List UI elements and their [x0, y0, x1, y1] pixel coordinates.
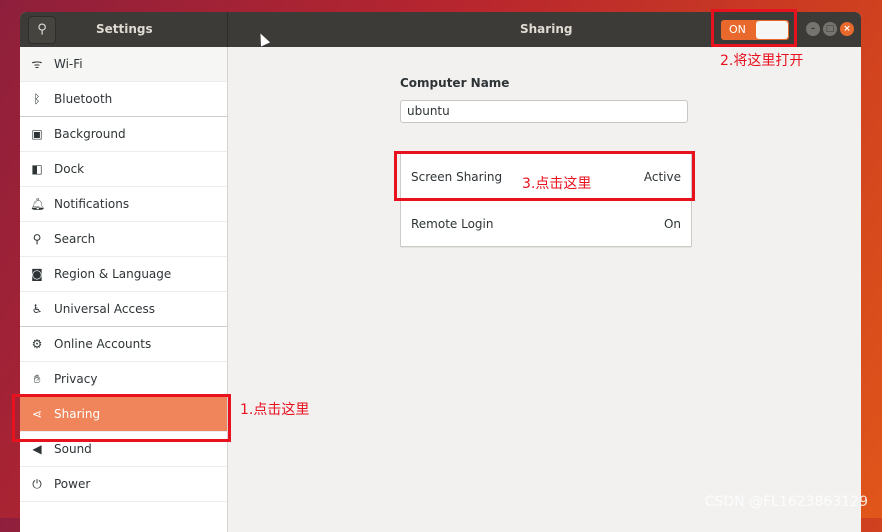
sidebar-item-label: Online Accounts	[54, 337, 152, 351]
settings-window: ⚲ Settings Sharing ON – □ × ᯤ Wi-Fi ᛒ Bluet…	[20, 12, 861, 532]
sidebar-item-label: Universal Access	[54, 302, 155, 316]
close-button[interactable]: ×	[840, 22, 854, 36]
sidebar-item-label: Notifications	[54, 197, 130, 211]
maximize-button[interactable]: □	[823, 22, 837, 36]
annotation-box-2	[711, 9, 797, 47]
sidebar-item-power[interactable]: ⏻ Power	[20, 467, 227, 502]
sidebar-item-label: Power	[54, 477, 91, 491]
minimize-button[interactable]: –	[806, 22, 820, 36]
sidebar-item-label: Wi-Fi	[54, 57, 83, 71]
bell-icon: 🔔︎	[30, 197, 46, 211]
annotation-1: 1.点击这里	[240, 402, 310, 418]
app-title: Settings	[96, 22, 153, 36]
sidebar-item-label: Privacy	[54, 372, 98, 386]
sidebar-item-search[interactable]: ⚲ Search	[20, 222, 227, 257]
annotation-box-1	[12, 394, 231, 442]
service-remote-login[interactable]: Remote Login On	[401, 201, 691, 248]
computer-name-label: Computer Name	[400, 76, 510, 90]
bluetooth-icon: ᛒ	[33, 92, 41, 106]
sidebar-item-universal-access[interactable]: ♿︎ Universal Access	[20, 292, 227, 327]
sidebar-item-notifications[interactable]: 🔔︎ Notifications	[20, 187, 227, 222]
sidebar-item-privacy[interactable]: ✋︎ Privacy	[20, 362, 227, 397]
sidebar-item-background[interactable]: ▣ Background	[20, 117, 227, 152]
service-name: Remote Login	[411, 217, 494, 231]
sidebar-item-label: Sound	[54, 442, 92, 456]
watermark: CSDN @FL1623863129	[704, 494, 868, 510]
sidebar-item-dock[interactable]: ◧ Dock	[20, 152, 227, 187]
sidebar-item-online-accounts[interactable]: ⚙ Online Accounts	[20, 327, 227, 362]
accessibility-icon: ♿︎	[31, 302, 43, 316]
dock-icon: ◧	[31, 162, 43, 176]
search-button[interactable]: ⚲	[28, 16, 56, 44]
sidebar-item-label: Bluetooth	[54, 92, 113, 106]
sidebar-item-region-language[interactable]: ◙ Region & Language	[20, 257, 227, 292]
sidebar-item-label: Dock	[54, 162, 85, 176]
hand-icon: ✋︎	[33, 372, 41, 386]
service-status: On	[663, 217, 681, 231]
region-icon: ◙	[31, 267, 43, 281]
sidebar: ᯤ Wi-Fi ᛒ Bluetooth ▣ Background ◧ Dock 🔔︎ Notifi…	[20, 47, 228, 532]
sidebar-item-wi-fi[interactable]: ᯤ Wi-Fi	[20, 47, 227, 82]
sidebar-item-bluetooth[interactable]: ᛒ Bluetooth	[20, 82, 227, 117]
power-icon: ⏻	[32, 477, 42, 491]
wifi-icon: ᯤ	[31, 57, 43, 71]
online-accounts-icon: ⚙	[31, 337, 43, 351]
annotation-3: 3.点击这里	[522, 176, 592, 192]
search-icon: ⚲	[37, 22, 47, 37]
divider	[227, 12, 228, 47]
sidebar-item-label: Region & Language	[54, 267, 172, 281]
search-icon: ⚲	[32, 232, 42, 246]
background-icon: ▣	[31, 127, 43, 141]
sidebar-item-label: Background	[54, 127, 126, 141]
computer-name-input[interactable]: ubuntu	[400, 100, 688, 123]
panel-title: Sharing	[520, 22, 573, 36]
annotation-2: 2.将这里打开	[720, 53, 804, 69]
sidebar-item-label: Search	[54, 232, 96, 246]
